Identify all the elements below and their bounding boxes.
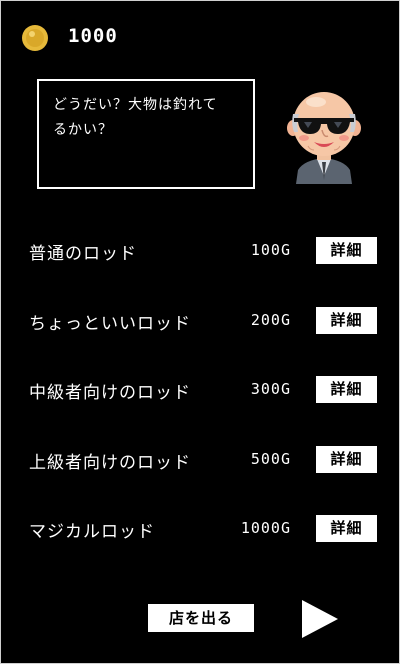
shop-screen: 1000 どうだい？大物は釣れて るかい？ 普通のロッド 100G 詳細 ちょっ…: [0, 0, 400, 664]
rod-price: 200G: [250, 311, 291, 329]
rod-name: 上級者向けのロッド: [29, 453, 191, 473]
rod-row: ちょっといいロッド 200G 詳細: [0, 305, 400, 337]
rod-price: 1000G: [240, 519, 291, 537]
rod-price: 300G: [250, 380, 291, 398]
detail-button[interactable]: 詳細: [316, 515, 377, 542]
rod-name: 中級者向けのロッド: [29, 383, 191, 403]
detail-button[interactable]: 詳細: [316, 446, 377, 473]
play-arrow-icon[interactable]: [300, 598, 340, 640]
rod-row: 上級者向けのロッド 500G 詳細: [0, 444, 400, 476]
coin-icon: [22, 25, 48, 51]
coin-count: 1000: [68, 25, 118, 47]
detail-button[interactable]: 詳細: [316, 376, 377, 403]
leave-shop-button[interactable]: 店を出る: [148, 604, 254, 632]
dialog-text: どうだい？大物は釣れて るかい？: [53, 93, 243, 143]
rod-name: ちょっといいロッド: [29, 314, 191, 334]
rod-name: マジカルロッド: [29, 522, 155, 542]
detail-button[interactable]: 詳細: [316, 307, 377, 334]
rod-row: マジカルロッド 1000G 詳細: [0, 513, 400, 545]
dialog-line: るかい？: [53, 122, 113, 138]
dialog-line: どうだい？大物は釣れて: [53, 97, 218, 113]
detail-button[interactable]: 詳細: [316, 237, 377, 264]
dialog-box: どうだい？大物は釣れて るかい？: [37, 79, 255, 189]
rod-price: 500G: [250, 450, 291, 468]
rod-name: 普通のロッド: [29, 244, 137, 264]
old-man-sunglasses-icon: [287, 92, 361, 184]
rod-row: 中級者向けのロッド 300G 詳細: [0, 374, 400, 406]
rod-row: 普通のロッド 100G 詳細: [0, 235, 400, 267]
rod-price: 100G: [250, 241, 291, 259]
